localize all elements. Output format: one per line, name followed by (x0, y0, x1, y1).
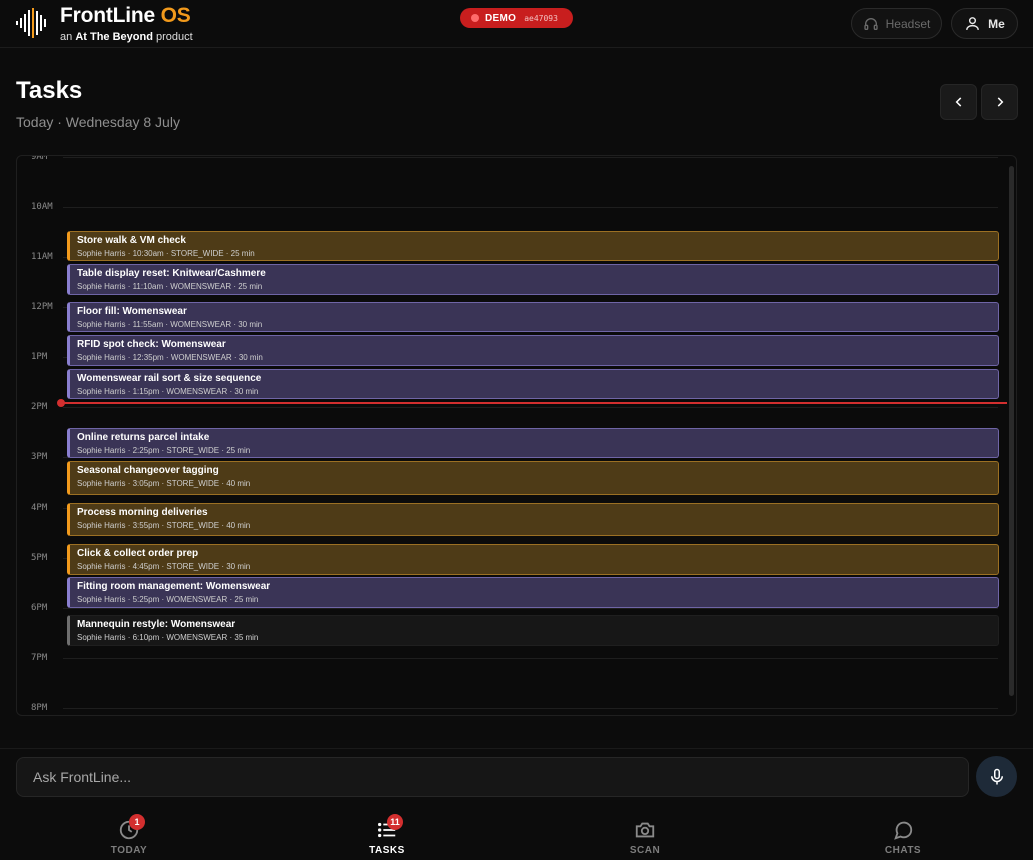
task-block[interactable]: Mannequin restyle: Womenswear Sophie Harr… (67, 615, 999, 646)
hour-gridline (63, 157, 998, 158)
list-icon: 11 (374, 814, 403, 842)
camera-icon (632, 818, 658, 842)
task-block[interactable]: Floor fill: Womenswear Sophie Harris · 11… (67, 302, 999, 332)
chevron-left-icon (955, 97, 961, 107)
task-meta: Sophie Harris · 6:10pm · WOMENSWEAR · 35… (77, 633, 259, 642)
task-block[interactable]: RFID spot check: Womenswear Sophie Harris… (67, 335, 999, 366)
hour-label: 10AM (31, 202, 53, 212)
nav-label: SCAN (629, 845, 661, 856)
user-icon (966, 17, 980, 30)
nav-label: TODAY (110, 845, 148, 856)
task-meta: Sophie Harris · 3:05pm · STORE_WIDE · 40… (77, 479, 251, 488)
hour-label: 7PM (31, 653, 48, 663)
hour-gridline (63, 708, 998, 709)
ask-frontline-input[interactable] (16, 757, 969, 797)
task-block[interactable]: Womenswear rail sort & size sequence Soph… (67, 369, 999, 399)
task-block[interactable]: Online returns parcel intake Sophie Harri… (67, 428, 999, 458)
microphone-icon (990, 768, 1003, 784)
task-title: Womenswear rail sort & size sequence (77, 373, 262, 384)
page-date: Today · Wednesday 8 July (16, 114, 180, 130)
hour-label: 4PM (31, 503, 48, 513)
current-time-line (63, 402, 1007, 404)
nav-tab-today[interactable]: 1 TODAY (69, 805, 189, 860)
demo-badge: DEMO ae47093 (460, 8, 573, 28)
profile-button[interactable]: Me (951, 8, 1018, 39)
task-title: Online returns parcel intake (77, 432, 210, 443)
task-block[interactable]: Process morning deliveries Sophie Harris … (67, 503, 999, 536)
task-meta: Sophie Harris · 3:55pm · STORE_WIDE · 40… (77, 521, 251, 530)
headset-button[interactable]: Headset (851, 8, 942, 39)
hour-label: 12PM (31, 302, 53, 312)
task-meta: Sophie Harris · 11:10am · WOMENSWEAR · 2… (77, 282, 263, 291)
task-meta: Sophie Harris · 2:25pm · STORE_WIDE · 25… (77, 446, 251, 455)
hour-label: 3PM (31, 452, 48, 462)
day-calendar[interactable]: 9AM 10AM 11AM 12PM 1PM 2PM 3PM 4PM 5PM 6PM 7PM 8PM S… (16, 155, 1017, 716)
bottom-navigation: 1 TODAY 11 TASKS SCAN CHATS (0, 805, 1033, 860)
hour-label: 5PM (31, 553, 48, 563)
current-time-dot (57, 399, 65, 407)
nav-label: CHATS (884, 845, 922, 856)
clock-icon: 1 (116, 814, 145, 842)
hour-label: 8PM (31, 703, 48, 713)
chat-icon (890, 818, 916, 842)
hour-gridline (63, 608, 998, 609)
task-block[interactable]: Click & collect order prep Sophie Harris … (67, 544, 999, 575)
page-title: Tasks (16, 77, 83, 104)
hour-label: 2PM (31, 402, 48, 412)
top-bar: FrontLine OS an At The Beyond product DE… (0, 0, 1033, 48)
notification-badge: 1 (129, 814, 145, 830)
calendar-scrollbar[interactable] (1009, 166, 1014, 696)
nav-label: TASKS (369, 845, 405, 856)
next-day-button[interactable] (981, 84, 1018, 120)
divider (0, 748, 1033, 749)
previous-day-button[interactable] (940, 84, 977, 120)
nav-tab-chats[interactable]: CHATS (843, 805, 963, 860)
brand-tagline: an At The Beyond product (60, 31, 193, 43)
voice-input-button[interactable] (976, 756, 1017, 797)
task-block[interactable]: Store walk & VM check Sophie Harris · 10:… (67, 231, 999, 261)
task-title: Process morning deliveries (77, 507, 208, 518)
hour-label: 11AM (31, 252, 53, 262)
task-block[interactable]: Seasonal changeover tagging Sophie Harris… (67, 461, 999, 495)
task-meta: Sophie Harris · 11:55am · WOMENSWEAR · 3… (77, 320, 263, 329)
soundwave-logo-icon (16, 8, 46, 38)
hour-gridline (63, 207, 998, 208)
hour-label: 1PM (31, 352, 48, 362)
task-title: Seasonal changeover tagging (77, 465, 219, 476)
task-meta: Sophie Harris · 5:25pm · WOMENSWEAR · 25… (77, 595, 259, 604)
task-title: Click & collect order prep (77, 548, 199, 559)
record-dot-icon (471, 14, 479, 22)
chevron-right-icon (997, 97, 1003, 107)
task-title: Floor fill: Womenswear (77, 306, 187, 317)
hour-gridline (63, 658, 998, 659)
hour-label: 9AM (31, 155, 48, 162)
task-meta: Sophie Harris · 10:30am · STORE_WIDE · 2… (77, 249, 255, 258)
task-title: Fitting room management: Womenswear (77, 581, 271, 592)
task-block[interactable]: Fitting room management: Womenswear Sophi… (67, 577, 999, 608)
hour-label: 6PM (31, 603, 48, 613)
task-title: RFID spot check: Womenswear (77, 339, 226, 350)
notification-badge: 11 (387, 814, 403, 830)
task-meta: Sophie Harris · 4:45pm · STORE_WIDE · 30… (77, 562, 251, 571)
task-title: Store walk & VM check (77, 235, 186, 246)
nav-tab-tasks[interactable]: 11 TASKS (327, 805, 447, 860)
task-meta: Sophie Harris · 12:35pm · WOMENSWEAR · 3… (77, 353, 263, 362)
task-title: Mannequin restyle: Womenswear (77, 619, 236, 630)
nav-tab-scan[interactable]: SCAN (585, 805, 705, 860)
headset-icon (863, 17, 878, 30)
hour-gridline (63, 407, 998, 408)
task-title: Table display reset: Knitwear/Cashmere (77, 268, 266, 279)
task-block[interactable]: Table display reset: Knitwear/Cashmere So… (67, 264, 999, 295)
brand-name: FrontLine OS (60, 4, 191, 27)
task-meta: Sophie Harris · 1:15pm · WOMENSWEAR · 30… (77, 387, 259, 396)
